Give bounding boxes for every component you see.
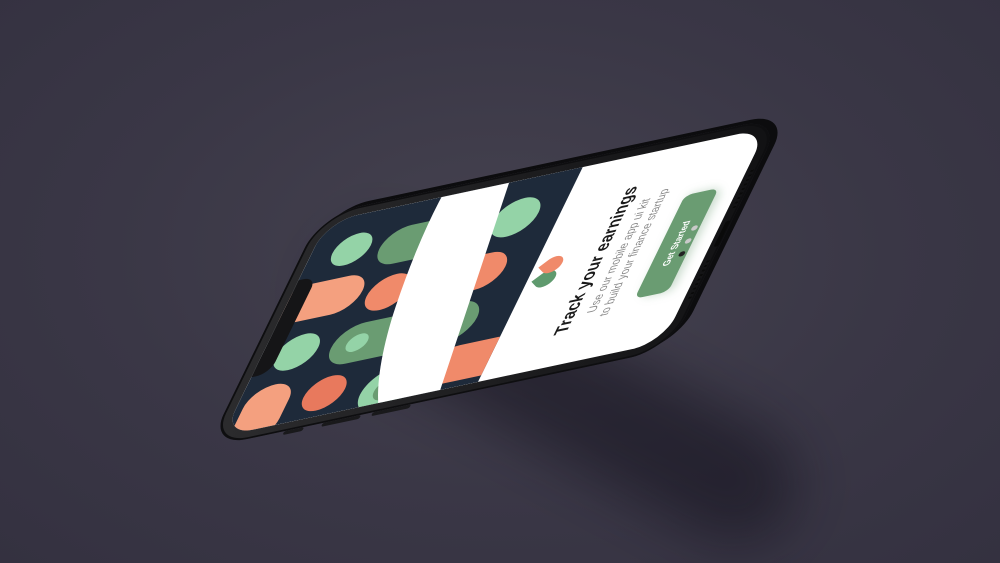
page-dot-2[interactable] bbox=[683, 237, 693, 245]
pattern-circle bbox=[294, 371, 354, 416]
pattern-circle bbox=[324, 228, 379, 270]
mockup-scene: Track your earnings Use our mobile app u… bbox=[0, 0, 1000, 563]
page-dot-1[interactable] bbox=[677, 250, 687, 258]
page-dot-3[interactable] bbox=[690, 224, 699, 231]
